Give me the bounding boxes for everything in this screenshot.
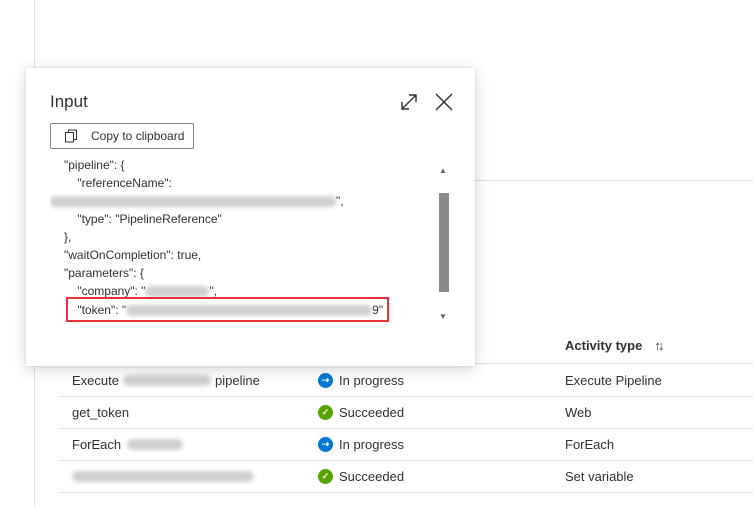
activity-name-suffix: pipeline (214, 372, 260, 388)
activity-name-prefix: ForEach (72, 436, 122, 452)
status-text: In progress (339, 372, 405, 388)
token-highlight-box (66, 297, 389, 322)
activity-name-prefix: Execute (72, 372, 119, 388)
success-check-icon: ✓ (318, 404, 333, 420)
expand-icon[interactable] (399, 92, 419, 112)
scroll-down-arrow-icon[interactable]: ▼ (439, 312, 447, 321)
code-line: "pipeline": { (64, 160, 125, 172)
activity-name[interactable]: get_token (72, 396, 129, 428)
activity-name-prefix: get_token (72, 404, 130, 420)
section-divider (474, 180, 753, 181)
column-header-activity-type[interactable]: Activity type ↑↓ (565, 338, 664, 353)
redacted-text (50, 195, 336, 207)
sort-icon[interactable]: ↑↓ (654, 338, 664, 353)
code-scrollbar[interactable]: ▲ ▼ (437, 164, 449, 326)
table-row[interactable]: get_token ✓ Succeeded Web (60, 396, 753, 429)
redacted-text (122, 374, 211, 386)
dialog-title: Input (50, 92, 88, 111)
redacted-text (72, 470, 254, 482)
code-line: "parameters": { (64, 266, 144, 280)
table-row[interactable]: Execute pipeline ⇢ In progress Execute P… (60, 364, 753, 397)
code-line: ", (50, 192, 344, 210)
in-progress-icon: ⇢ (318, 372, 333, 388)
redacted-text (145, 285, 210, 297)
activity-status: ⇢ In progress (318, 364, 404, 396)
close-icon[interactable] (433, 91, 455, 113)
redacted-text (127, 438, 184, 450)
activity-status: ✓ Succeeded (318, 460, 404, 492)
activity-type: Set variable (565, 468, 634, 484)
table-row[interactable]: ✓ Succeeded Set variable (60, 460, 753, 493)
status-text: In progress (339, 436, 405, 452)
code-line: "waitOnCompletion": true, (64, 248, 202, 262)
table-row[interactable]: ForEach ⇢ In progress ForEach (60, 428, 753, 461)
code-text: ", (336, 194, 344, 208)
code-line: "referenceName": (64, 176, 172, 190)
activity-name[interactable]: Execute pipeline (72, 364, 260, 396)
column-header-label: Activity type (565, 338, 643, 353)
activity-type: Execute Pipeline (565, 372, 662, 388)
code-line: "type": "PipelineReference" (64, 212, 222, 226)
activity-status: ⇢ In progress (318, 428, 404, 460)
scrollbar-thumb[interactable] (439, 193, 449, 292)
copy-to-clipboard-button[interactable]: Copy to clipboard (50, 123, 194, 149)
activity-type: Web (565, 404, 592, 420)
success-check-icon: ✓ (318, 468, 333, 484)
activity-type: ForEach (565, 436, 615, 452)
input-dialog: Input Copy to clipboard "pipeline": { "r… (26, 68, 475, 366)
status-text: Succeeded (339, 404, 405, 420)
scroll-up-arrow-icon[interactable]: ▲ (439, 166, 447, 175)
copy-button-label: Copy to clipboard (91, 129, 185, 143)
status-text: Succeeded (339, 468, 405, 484)
code-line: }, (64, 230, 72, 244)
activity-status: ✓ Succeeded (318, 396, 404, 428)
in-progress-icon: ⇢ (318, 436, 333, 452)
activity-name[interactable]: ForEach (72, 428, 184, 460)
copy-icon (65, 129, 77, 143)
activity-name[interactable] (72, 460, 254, 492)
